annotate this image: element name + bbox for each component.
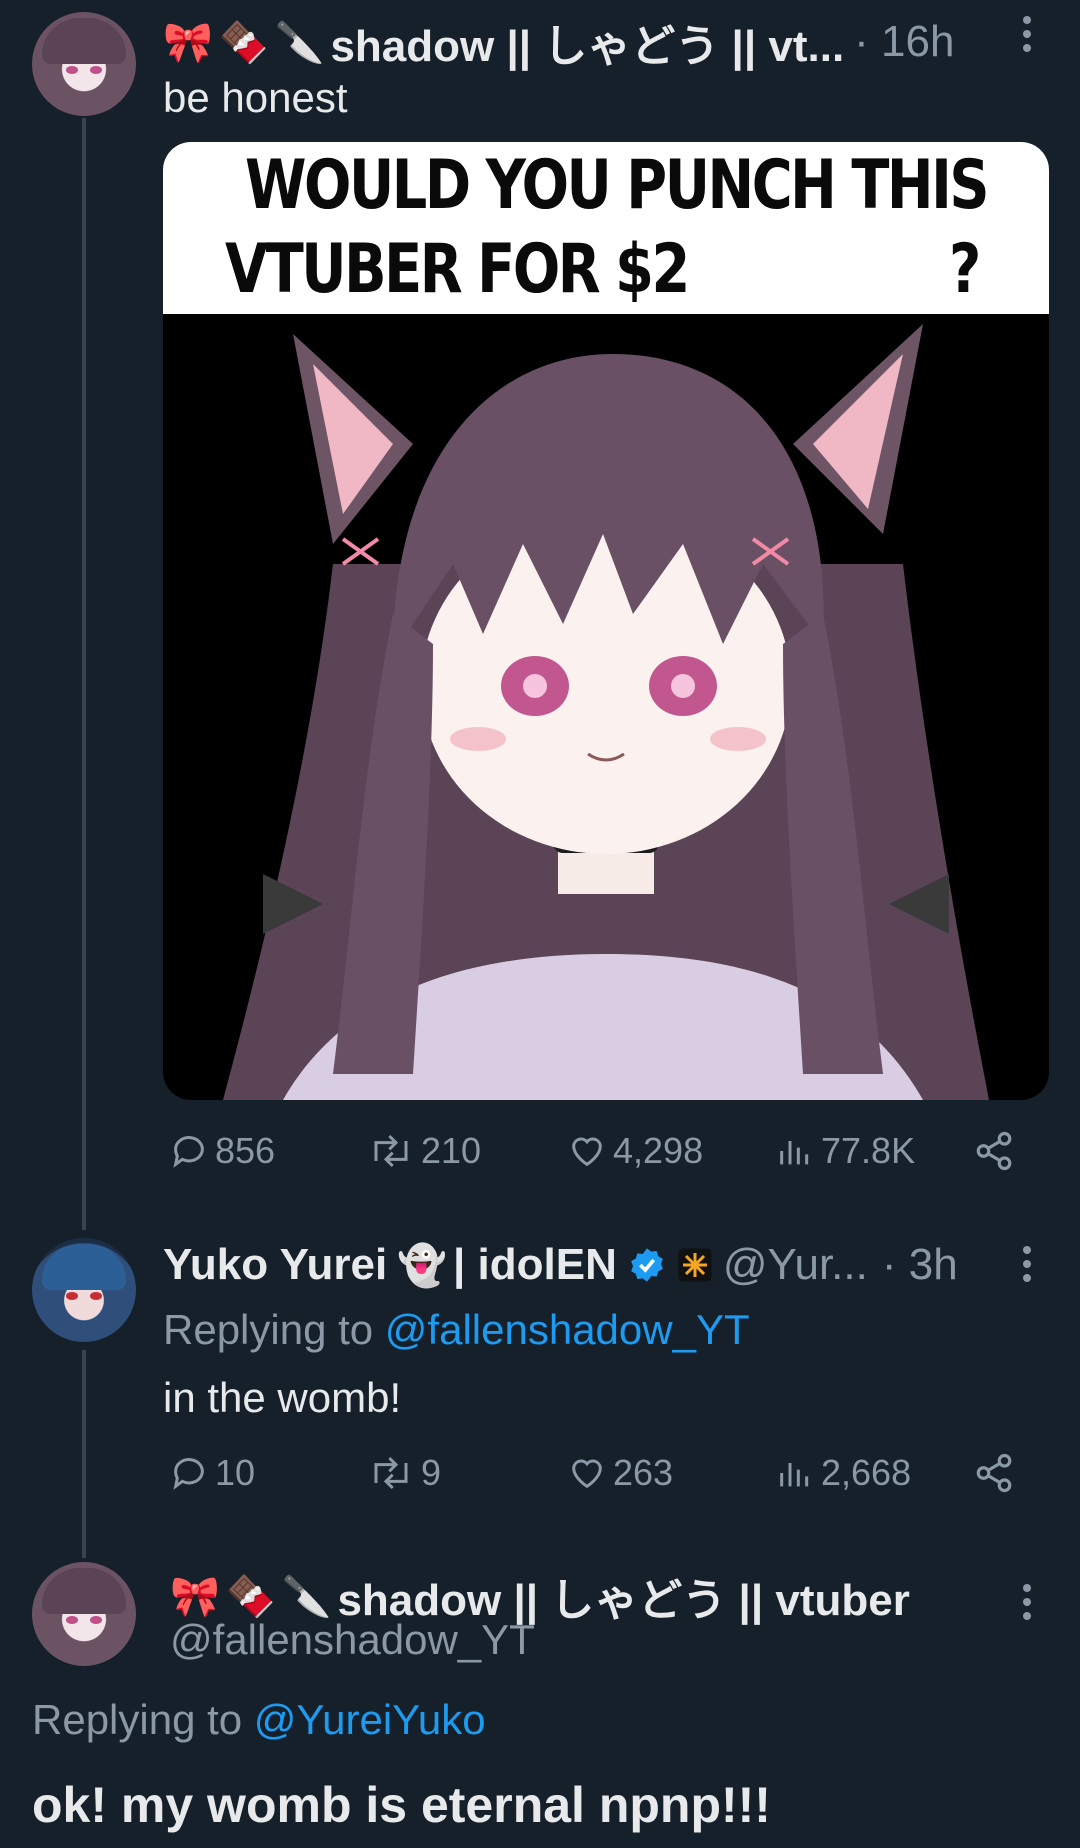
retweet-button[interactable]: 210 [367, 1130, 481, 1172]
views-button[interactable]: 77.8K [775, 1130, 915, 1172]
reply-share-button[interactable] [973, 1452, 1021, 1494]
reply-retweet-count: 9 [421, 1452, 442, 1493]
share-icon [976, 1453, 1012, 1493]
knife-emoji: 🔪 [274, 20, 325, 65]
image-caption-qmark: ? [949, 230, 981, 309]
vtuber-character-illustration [223, 324, 989, 1100]
heart-icon [572, 1137, 602, 1167]
verified-badge-icon [631, 1248, 663, 1282]
image-caption-line-1: WOULD YOU PUNCH THIS [245, 146, 990, 225]
thread-line-2 [82, 1350, 86, 1558]
ribbon-emoji: 🎀 [170, 1574, 220, 1619]
tweet-time[interactable]: · 16h [854, 17, 954, 67]
replying-prefix: Replying to [163, 1306, 374, 1353]
chocolate-emoji: 🍫 [225, 1574, 276, 1619]
focus-handle[interactable]: @fallenshadow_YT [170, 1616, 535, 1664]
reply-avatar[interactable] [32, 1238, 136, 1342]
reply-time[interactable]: · 3h [882, 1240, 958, 1290]
reply-text: in the womb! [163, 1374, 402, 1421]
display-name[interactable]: shadow || しゃどう || vt... [330, 10, 844, 74]
focus-replying-handle-link[interactable]: @YureiYuko [254, 1696, 486, 1743]
reply-like-count: 263 [613, 1452, 674, 1493]
reply-retweet-button[interactable]: 9 [367, 1452, 441, 1494]
like-count: 4,298 [613, 1130, 704, 1171]
ribbon-emoji: 🎀 [163, 20, 213, 65]
user-avatar[interactable] [32, 12, 136, 116]
views-icon [780, 1141, 809, 1165]
reply-name-suffix: | idolEN [453, 1240, 617, 1289]
focus-replying-to: Replying to @YureiYuko [32, 1696, 486, 1744]
share-icon [976, 1131, 1012, 1171]
chocolate-emoji: 🍫 [218, 20, 269, 65]
knife-emoji: 🔪 [281, 1574, 332, 1619]
tweet-action-bar: 856 210 4,298 77.8K [163, 1130, 1023, 1180]
replying-handle-link[interactable]: @fallenshadow_YT [385, 1306, 750, 1353]
affiliate-badge-icon [678, 1248, 712, 1282]
image-caption-line-2: VTUBER FOR $2 [225, 230, 690, 309]
more-options-icon[interactable] [1022, 16, 1032, 56]
like-button[interactable]: 4,298 [567, 1130, 703, 1172]
reply-button[interactable]: 856 [169, 1130, 275, 1172]
focus-avatar[interactable] [32, 1562, 136, 1666]
tweet-header: 🎀 🍫 🔪 shadow || しゃどう || vt... · 16h [163, 10, 954, 74]
reply-views-button[interactable]: 2,668 [775, 1452, 911, 1494]
retweet-icon [374, 1456, 408, 1490]
reply-reply-button[interactable]: 10 [169, 1452, 255, 1494]
views-count: 77.8K [821, 1130, 916, 1171]
reply-views-count: 2,668 [821, 1452, 912, 1493]
tweet-text: be honest [163, 74, 348, 121]
reply-action-bar: 10 9 263 2,668 [163, 1452, 1023, 1502]
ghost-emoji: 👻 [397, 1243, 448, 1288]
retweet-icon [374, 1134, 408, 1168]
reply-display-name[interactable]: Yuko Yurei [163, 1240, 387, 1290]
focus-text: ok! my womb is eternal npnp!!! [32, 1777, 771, 1833]
focus-more-options-icon[interactable] [1022, 1584, 1032, 1624]
reply-like-button[interactable]: 263 [567, 1452, 673, 1494]
reply-more-options-icon[interactable] [1022, 1246, 1032, 1286]
reply-icon [173, 1458, 204, 1490]
thread-line-1 [82, 118, 86, 1230]
views-icon [780, 1463, 809, 1487]
reply-reply-count: 10 [215, 1452, 256, 1493]
focus-replying-prefix: Replying to [32, 1696, 243, 1743]
reply-count: 856 [215, 1130, 276, 1171]
heart-icon [572, 1459, 602, 1489]
tweet-image[interactable]: WOULD YOU PUNCH THIS VTUBER FOR $2 ? [163, 142, 1049, 1100]
reply-handle[interactable]: @Yur... [723, 1240, 868, 1290]
retweet-count: 210 [421, 1130, 482, 1171]
reply-icon [173, 1136, 204, 1168]
share-button[interactable] [973, 1130, 1021, 1172]
reply-replying-to: Replying to @fallenshadow_YT [163, 1306, 750, 1354]
reply-header: Yuko Yurei 👻 | idolEN @Yur... · 3h [163, 1240, 958, 1290]
